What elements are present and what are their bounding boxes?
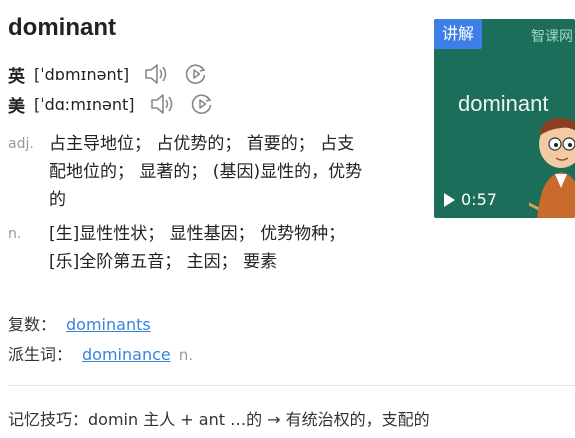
speaker-icon[interactable] (147, 91, 177, 117)
derived-pos: n. (178, 346, 193, 364)
pronunciation-us: 美 [ˈdɑːmɪnənt] (8, 91, 227, 117)
video-card[interactable]: 讲解 智课网 dominant 0:57 (434, 19, 575, 218)
form-label: 复数： (8, 315, 57, 334)
play-icon[interactable] (444, 192, 455, 207)
speaker-icon[interactable] (141, 61, 171, 87)
memory-tip: 记忆技巧：domin 主人 + ant …的 → 有统治权的，支配的 (8, 410, 430, 429)
definition-line: [乐]全阶第五音； 主因； 要素 (49, 252, 278, 272)
pron-ipa-us: [ˈdɑːmɪnənt] (34, 94, 135, 114)
derived-form: 派生词： dominance n. (8, 341, 193, 365)
definition-line: [生]显性性状； 显性基因； 优势物种； (49, 224, 346, 244)
definition-line: 的 (49, 190, 66, 210)
headword: dominant (8, 14, 116, 41)
duration-text: 0:57 (461, 190, 497, 209)
pron-ipa-uk: [ˈdɒmɪnənt] (34, 64, 130, 84)
pos-label: adj. (8, 136, 34, 152)
derived-link[interactable]: dominance (82, 345, 171, 364)
teacher-illustration (529, 117, 575, 218)
plural-form: 复数： dominants (8, 311, 151, 335)
replay-icon[interactable] (181, 61, 211, 87)
definition-line: 配地位的； 显著的； (基因)显性的，优势 (49, 162, 363, 182)
video-tag: 讲解 (434, 19, 483, 49)
definition-line: 占主导地位； 占优势的； 首要的； 占支 (49, 134, 355, 154)
definition-text: [生]显性性状； 显性基因； 优势物种； [乐]全阶第五音； 主因； 要素 (49, 220, 394, 276)
replay-icon[interactable] (187, 91, 217, 117)
definition-text: 占主导地位； 占优势的； 首要的； 占支 配地位的； 显著的； (基因)显性的，… (49, 130, 394, 214)
divider (8, 385, 575, 386)
pron-label-us: 美 (8, 96, 25, 117)
pos-label: n. (8, 226, 22, 242)
form-label: 派生词： (8, 345, 73, 364)
brand-logo: 智课网 (531, 29, 573, 45)
video-duration: 0:57 (444, 190, 497, 209)
pron-label-uk: 英 (8, 66, 25, 87)
plural-link[interactable]: dominants (66, 315, 151, 334)
pronunciation-uk: 英 [ˈdɒmɪnənt] (8, 61, 221, 87)
